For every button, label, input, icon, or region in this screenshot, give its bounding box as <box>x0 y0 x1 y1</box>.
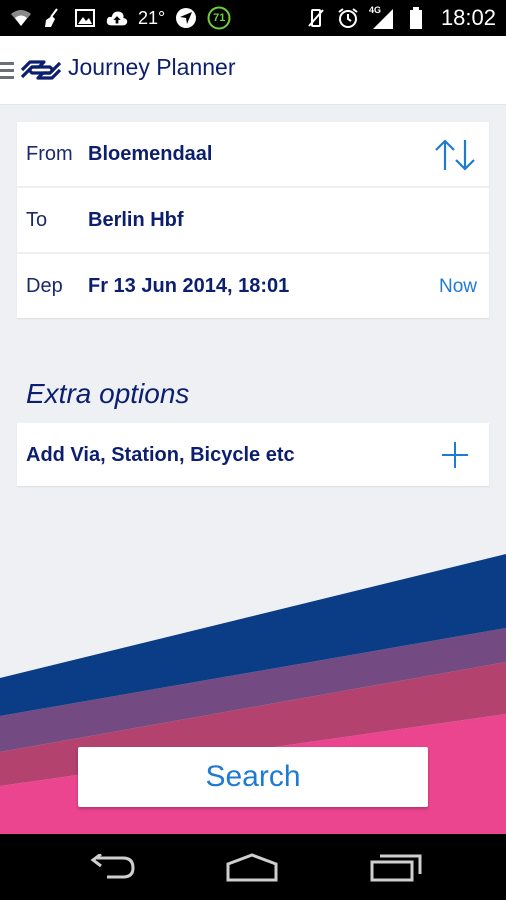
temperature-text: 21° <box>138 7 166 28</box>
departure-datetime[interactable]: Fr 13 Jun 2014, 18:01 <box>88 275 289 298</box>
menu-icon[interactable] <box>0 60 14 80</box>
app-bar: Journey Planner <box>0 36 506 105</box>
from-station[interactable]: Bloemendaal <box>88 143 212 166</box>
from-label: From <box>26 143 73 165</box>
status-bar: 21° 71 4G 18:02 <box>0 0 506 36</box>
cloud-upload-icon <box>106 7 128 29</box>
dep-label: Dep <box>26 275 63 297</box>
progress-badge-icon: 71 <box>207 6 231 30</box>
plus-icon[interactable] <box>441 441 469 469</box>
image-icon <box>74 7 96 29</box>
to-row[interactable]: To Berlin Hbf <box>17 188 489 252</box>
recent-apps-icon[interactable] <box>366 848 426 886</box>
navigation-bar <box>0 834 506 900</box>
ns-logo-icon <box>20 58 62 82</box>
journey-card: From Bloemendaal To Berlin Hbf Dep Fr 13… <box>17 122 489 318</box>
clock: 18:02 <box>440 5 496 30</box>
swap-direction-icon[interactable] <box>433 138 477 172</box>
from-row[interactable]: From Bloemendaal <box>17 122 489 198</box>
wifi-icon <box>10 7 32 29</box>
battery-icon <box>405 7 427 29</box>
to-label: To <box>26 209 48 231</box>
now-button[interactable]: Now <box>439 276 477 298</box>
departure-row[interactable]: Dep Fr 13 Jun 2014, 18:01 Now <box>17 254 489 318</box>
back-icon[interactable] <box>82 848 142 886</box>
search-button[interactable]: Search <box>78 747 428 807</box>
signal-icon: 4G <box>369 5 395 29</box>
navigation-icon <box>175 7 197 29</box>
extra-options-heading: Extra options <box>26 378 190 409</box>
home-icon[interactable] <box>222 848 282 886</box>
page-title: Journey Planner <box>68 54 236 80</box>
to-station[interactable]: Berlin Hbf <box>88 209 184 232</box>
add-via-label: Add Via, Station, Bicycle etc <box>26 444 295 466</box>
alarm-icon <box>337 7 359 29</box>
add-via-card[interactable]: Add Via, Station, Bicycle etc <box>17 423 489 486</box>
broom-icon <box>42 7 64 29</box>
badge-number: 71 <box>213 12 226 24</box>
vibrate-muted-icon <box>305 7 327 29</box>
